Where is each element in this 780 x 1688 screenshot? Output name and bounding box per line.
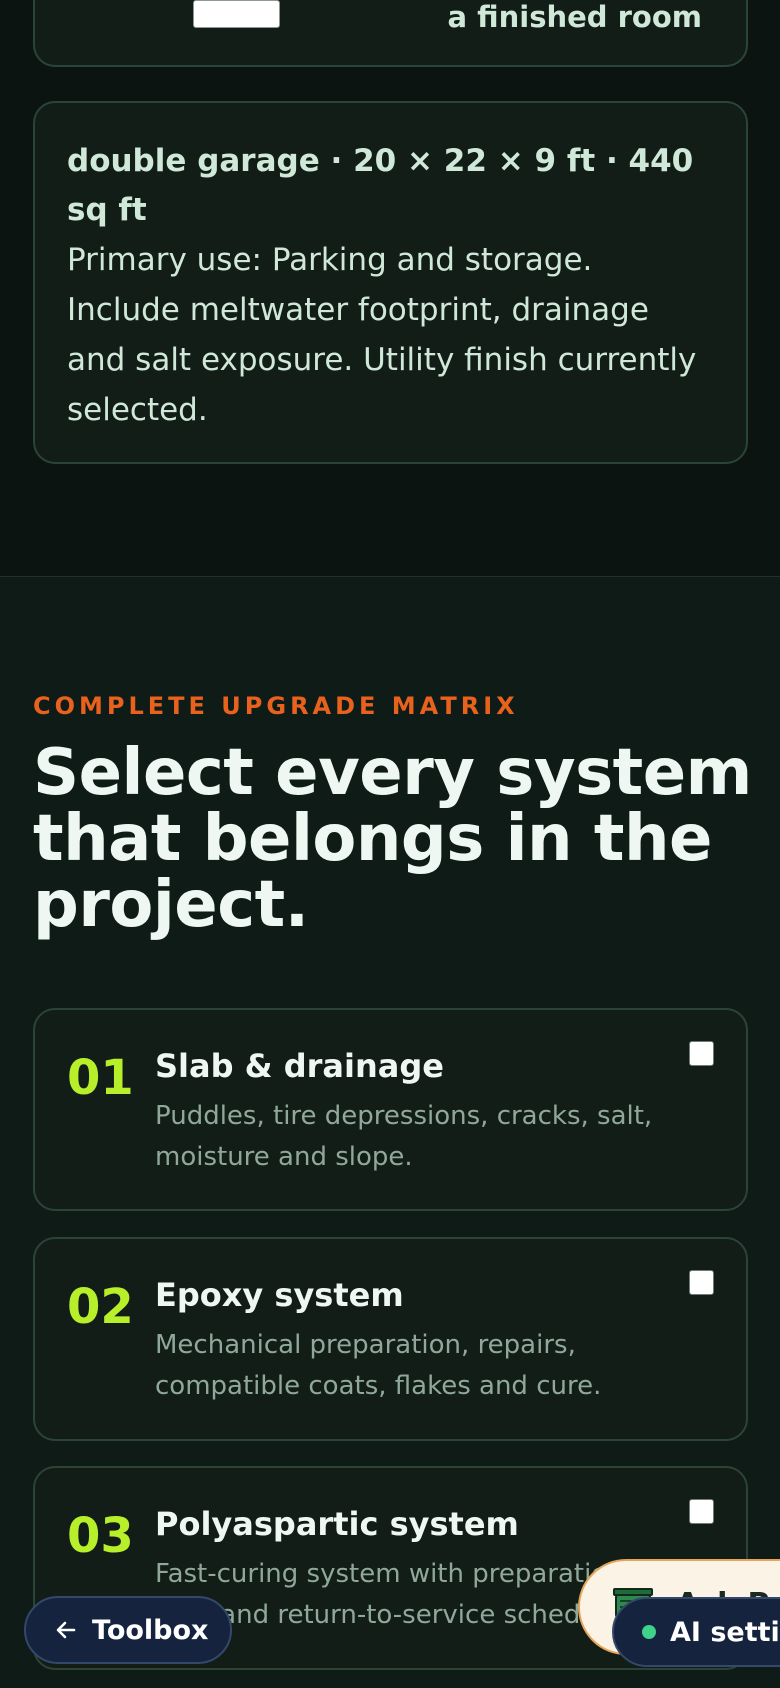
system-checkbox[interactable] — [689, 1041, 714, 1066]
page: a finished room double garage · 20 × 22 … — [0, 0, 780, 1688]
system-checkbox[interactable] — [689, 1499, 714, 1524]
system-description: Mechanical preparation, repairs, compati… — [155, 1330, 602, 1401]
room-option-card[interactable]: a finished room — [33, 0, 748, 67]
system-name: Epoxy system — [155, 1276, 404, 1314]
system-number: 02 — [67, 1279, 134, 1335]
garage-title: double garage · 20 × 22 × 9 ft · 440 sq … — [67, 143, 694, 228]
ai-settings-label: AI settings — [670, 1616, 780, 1648]
system-checkbox[interactable] — [689, 1270, 714, 1295]
room-option-input[interactable] — [193, 0, 280, 28]
garage-summary-card: double garage · 20 × 22 × 9 ft · 440 sq … — [33, 101, 748, 464]
system-number: 03 — [67, 1508, 134, 1564]
toolbox-button[interactable]: Toolbox — [24, 1596, 232, 1664]
system-number: 01 — [67, 1050, 134, 1106]
status-dot-icon — [642, 1625, 656, 1639]
toolbox-label: Toolbox — [92, 1614, 209, 1646]
section-headline: Select every system that belongs in the … — [33, 736, 752, 942]
section-eyebrow: COMPLETE UPGRADE MATRIX — [33, 692, 519, 720]
ai-settings-button[interactable]: AI settings — [612, 1597, 780, 1667]
garage-description: Primary use: Parking and storage. Includ… — [67, 242, 697, 428]
system-name: Polyaspartic system — [155, 1505, 519, 1543]
arrow-left-icon — [56, 1621, 76, 1639]
system-card-slab[interactable]: 01 Slab & drainage Puddles, tire depress… — [33, 1008, 748, 1211]
system-name: Slab & drainage — [155, 1047, 444, 1085]
finished-room-label: a finished room — [447, 0, 702, 34]
system-description: Puddles, tire depressions, cracks, salt,… — [155, 1101, 653, 1172]
system-card-epoxy[interactable]: 02 Epoxy system Mechanical preparation, … — [33, 1237, 748, 1441]
